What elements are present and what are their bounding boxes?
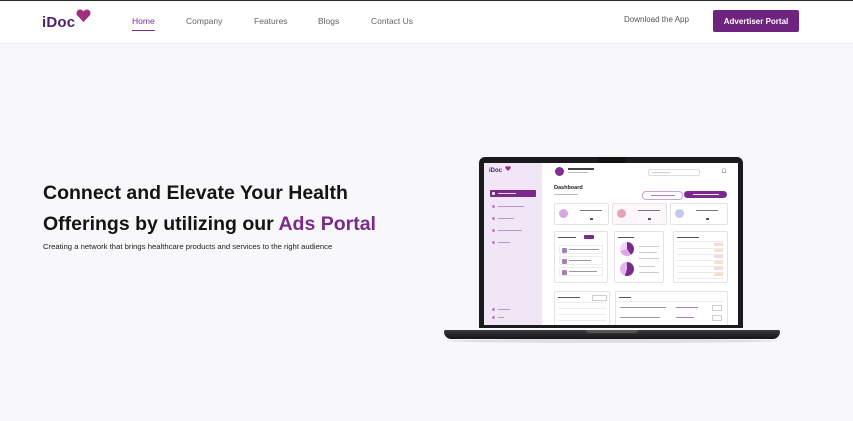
mock-sidebar-item xyxy=(490,239,536,246)
nav-link-home[interactable]: Home xyxy=(132,16,155,31)
nav-link-blogs[interactable]: Blogs xyxy=(318,16,339,26)
heart-icon xyxy=(76,9,91,22)
mock-sidebar-item xyxy=(490,203,536,210)
mock-pie-card xyxy=(614,231,664,283)
mock-logo: iDoc xyxy=(489,168,503,174)
mock-bottom-list xyxy=(615,291,728,325)
logo-text: iDoc xyxy=(42,14,76,31)
mock-bottom-table xyxy=(554,291,610,325)
mock-sidebar-item xyxy=(490,215,536,222)
mock-stat-card xyxy=(612,203,667,225)
hero-subtitle: Creating a network that brings healthcar… xyxy=(43,242,333,251)
hero-title-accent: Ads Portal xyxy=(278,213,376,235)
laptop-lip xyxy=(586,330,638,333)
mock-stat-card xyxy=(554,203,609,225)
nav-link-contact-us[interactable]: Contact Us xyxy=(371,16,413,26)
laptop-shadow xyxy=(448,339,776,343)
hero-title-line1: Connect and Elevate Your Health xyxy=(43,182,348,204)
mock-sidebar: iDoc xyxy=(484,163,542,325)
mock-date xyxy=(554,193,578,196)
mock-sidebar-item xyxy=(490,314,536,321)
logo[interactable]: iDoc xyxy=(42,9,91,34)
mock-avatar xyxy=(555,167,564,176)
nav-link-company[interactable]: Company xyxy=(186,16,222,26)
nav-link-features[interactable]: Features xyxy=(254,16,288,26)
mock-outline-button xyxy=(642,191,683,200)
advertiser-portal-button[interactable]: Advertiser Portal xyxy=(713,10,799,32)
mock-heart-icon xyxy=(505,166,511,171)
hero-title: Connect and Elevate Your Health Offering… xyxy=(43,178,423,240)
mock-table-card xyxy=(673,231,728,283)
mock-sidebar-item xyxy=(490,227,536,234)
mock-user-sub xyxy=(568,171,588,174)
mock-bell-icon xyxy=(721,168,727,173)
mock-sidebar-item xyxy=(490,190,536,197)
mock-search xyxy=(648,169,700,176)
dashboard-screenshot: iDoc Dashboard xyxy=(484,163,738,325)
mock-filled-button xyxy=(684,191,727,198)
mock-sidebar-item xyxy=(490,306,536,313)
mock-dashboard-title: Dashboard xyxy=(554,185,583,191)
mock-stat-card xyxy=(670,203,728,225)
download-app-link[interactable]: Download the App xyxy=(624,15,689,24)
navbar: iDoc Home Company Features Blogs Contact… xyxy=(0,1,853,44)
hero-title-line2: Offerings by utilizing our xyxy=(43,213,279,235)
mock-list-card xyxy=(554,231,608,283)
